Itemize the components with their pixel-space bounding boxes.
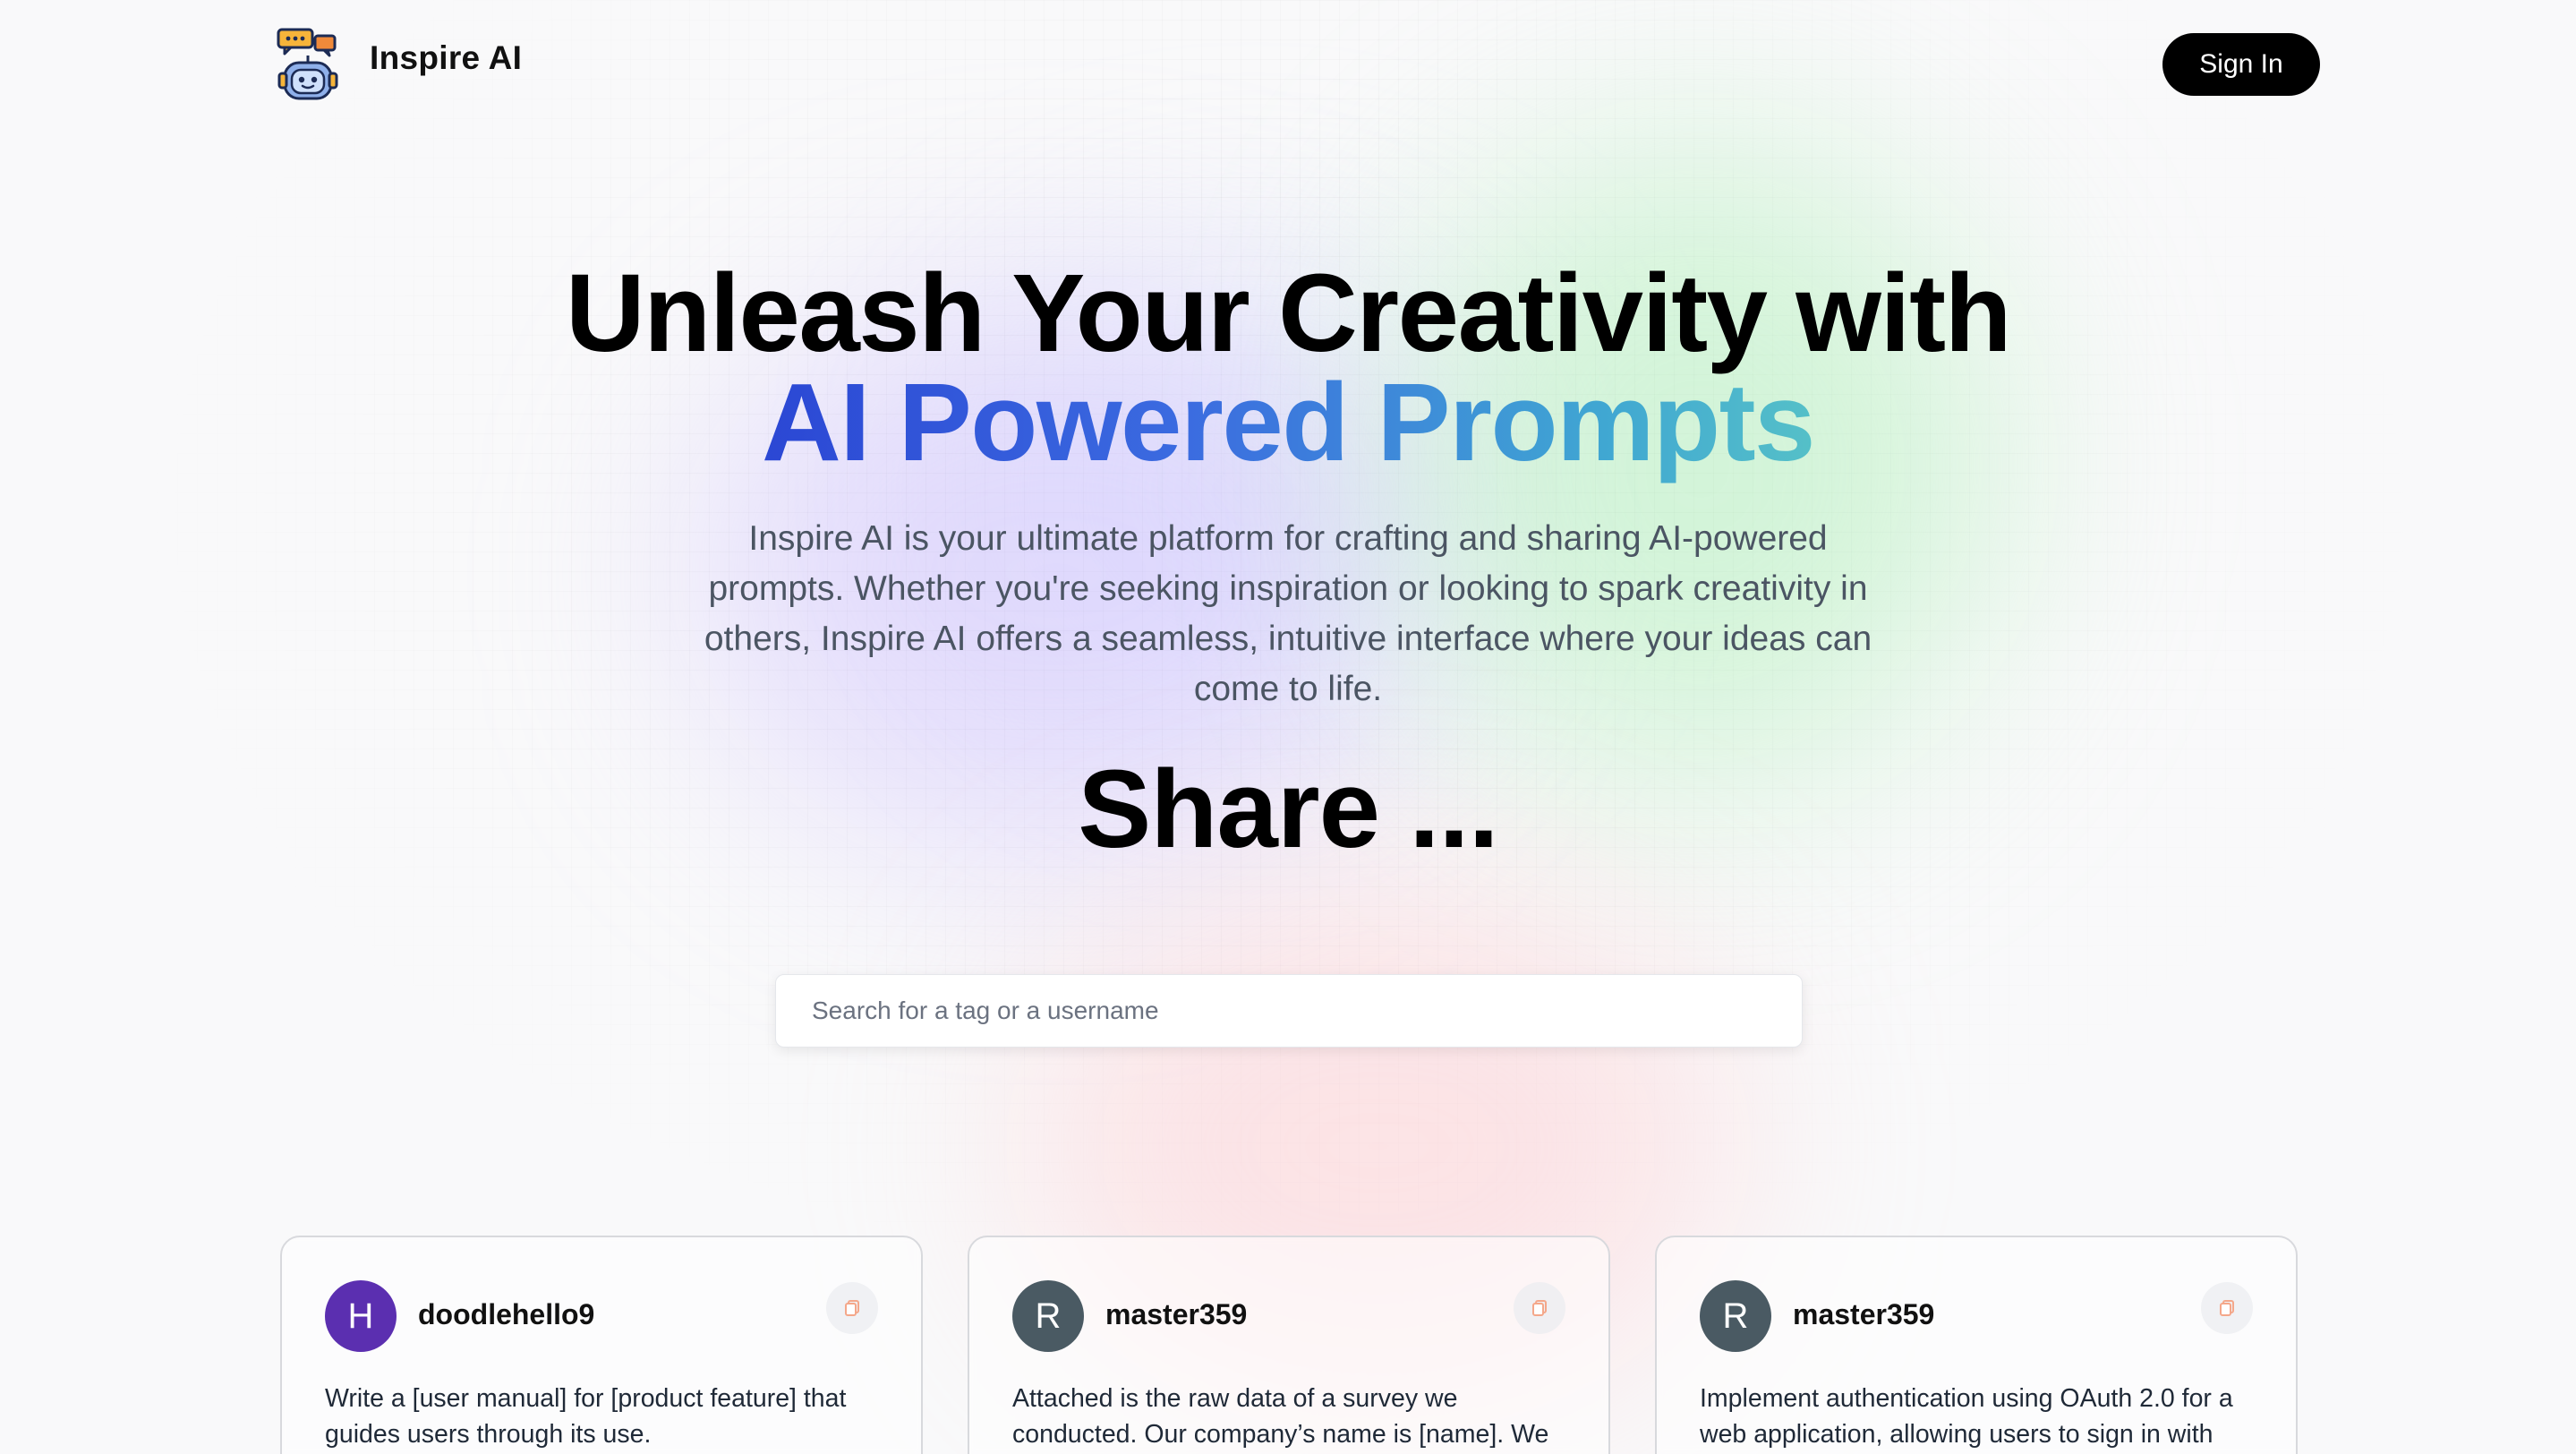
avatar[interactable]: R (1700, 1280, 1771, 1352)
prompt-card[interactable]: R master359 Implement authentication usi… (1655, 1236, 2298, 1454)
card-username[interactable]: master359 (1793, 1298, 1934, 1331)
card-prompt-text: Implement authentication using OAuth 2.0… (1700, 1384, 2233, 1449)
hero-title-line1: Unleash Your Creativity with (565, 252, 2012, 375)
copy-button[interactable] (826, 1282, 878, 1334)
top-navbar: Inspire AI Sign In (0, 0, 2576, 125)
card-prompt-text: Write a [user manual] for [product featu… (325, 1384, 847, 1449)
sign-in-button[interactable]: Sign In (2162, 33, 2320, 96)
avatar[interactable]: R (1012, 1280, 1084, 1352)
prompt-card[interactable]: H doodlehello9 Write a [user manual] for… (280, 1236, 923, 1454)
brand-name[interactable]: Inspire AI (370, 39, 522, 77)
robot-logo-icon[interactable] (276, 27, 340, 102)
copy-button[interactable] (2201, 1282, 2253, 1334)
copy-icon (1532, 1300, 1547, 1316)
copy-icon (2220, 1300, 2234, 1316)
hero-description: Inspire AI is your ultimate platform for… (704, 519, 1872, 708)
hero-title: Unleash Your Creativity with AI Powered … (0, 259, 2576, 478)
copy-button[interactable] (1514, 1282, 1565, 1334)
card-username[interactable]: master359 (1105, 1298, 1247, 1331)
hero-title-gradient: AI Powered Prompts (762, 362, 1815, 484)
prompt-card[interactable]: R master359 Attached is the raw data of … (968, 1236, 1610, 1454)
copy-icon (845, 1300, 859, 1316)
search-input[interactable] (776, 975, 1802, 1047)
avatar[interactable]: H (325, 1280, 397, 1352)
share-heading: Share ... (1078, 748, 1499, 871)
card-prompt-text: Attached is the raw data of a survey we … (1012, 1384, 1549, 1449)
search-bar (775, 974, 1803, 1048)
card-username[interactable]: doodlehello9 (418, 1298, 594, 1331)
